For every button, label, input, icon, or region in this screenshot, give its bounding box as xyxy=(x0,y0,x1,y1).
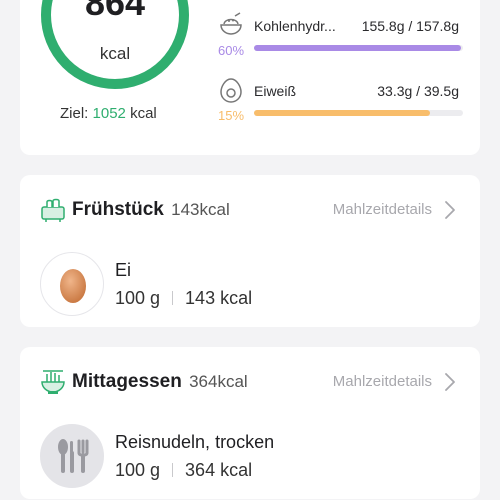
macro-protein: Eiweiß 33.3g / 39.5g 15% xyxy=(218,77,463,127)
meal-card-breakfast[interactable]: Frühstück 143kcal Mahlzeitdetails Ei 100… xyxy=(20,175,480,327)
meal-kcal: 143kcal xyxy=(171,200,230,219)
food-thumbnail xyxy=(40,252,104,316)
calories-unit: kcal xyxy=(99,44,131,63)
meta-divider xyxy=(172,291,174,305)
meal-title-breakfast: Frühstück 143kcal xyxy=(72,199,230,221)
food-amount: 100 g xyxy=(115,460,161,480)
chevron-right-icon[interactable] xyxy=(444,200,456,220)
calories-consumed-value: 864 xyxy=(84,0,146,23)
meal-details-link[interactable]: Mahlzeitdetails xyxy=(333,201,432,218)
meal-header-breakfast: Frühstück 143kcal Mahlzeitdetails xyxy=(40,197,460,225)
macro-protein-name: Eiweiß xyxy=(254,83,297,99)
macro-protein-percent: 15% xyxy=(218,108,245,123)
goal-unit: kcal xyxy=(130,105,157,122)
food-kcal: 364 kcal xyxy=(185,460,253,480)
macro-carbs-bar-fill xyxy=(254,45,461,51)
macro-protein-value: 33.3g / 39.5g xyxy=(377,83,459,99)
rice-bowl-icon xyxy=(220,12,242,35)
macro-carbs-value: 155.8g / 157.8g xyxy=(361,18,459,34)
macro-protein-bar xyxy=(254,110,463,116)
macro-protein-bar-fill xyxy=(254,110,430,116)
goal-value: 1052 xyxy=(92,105,126,122)
meal-name: Mittagessen xyxy=(72,371,182,392)
macro-carbs: Kohlenhydr... 155.8g / 157.8g 60% xyxy=(218,12,463,62)
chevron-right-icon[interactable] xyxy=(444,372,456,392)
noodle-bowl-icon xyxy=(41,370,65,394)
egg-icon xyxy=(60,269,86,303)
toaster-icon xyxy=(41,198,65,222)
macro-carbs-percent: 60% xyxy=(218,43,245,58)
goal-label: Ziel: xyxy=(60,105,89,122)
meal-kcal: 364kcal xyxy=(189,372,248,391)
meal-header-lunch: Mittagessen 364kcal Mahlzeitdetails xyxy=(40,369,460,397)
egg-icon xyxy=(220,78,242,103)
meal-card-lunch[interactable]: Mittagessen 364kcal Mahlzeitdetails Reis… xyxy=(20,347,480,499)
food-name: Reisnudeln, trocken xyxy=(115,432,275,452)
meal-name: Frühstück xyxy=(72,199,164,220)
food-amount: 100 g xyxy=(115,288,161,308)
macro-carbs-name: Kohlenhydr... xyxy=(254,18,336,34)
meta-divider xyxy=(172,463,174,477)
macro-carbs-bar xyxy=(254,45,463,51)
food-name: Ei xyxy=(115,260,132,280)
food-meta: 100 g 364 kcal xyxy=(115,460,252,481)
meal-details-link[interactable]: Mahlzeitdetails xyxy=(333,373,432,390)
food-kcal: 143 kcal xyxy=(185,288,253,308)
calorie-goal: Ziel: 1052 kcal xyxy=(60,105,157,122)
daily-summary-card: 864 kcal Ziel: 1052 kcal Kohlenhydr... 1… xyxy=(20,0,480,155)
meal-title-lunch: Mittagessen 364kcal xyxy=(72,371,248,393)
cutlery-icon xyxy=(58,439,89,473)
food-thumbnail xyxy=(40,424,104,488)
food-meta: 100 g 143 kcal xyxy=(115,288,252,309)
